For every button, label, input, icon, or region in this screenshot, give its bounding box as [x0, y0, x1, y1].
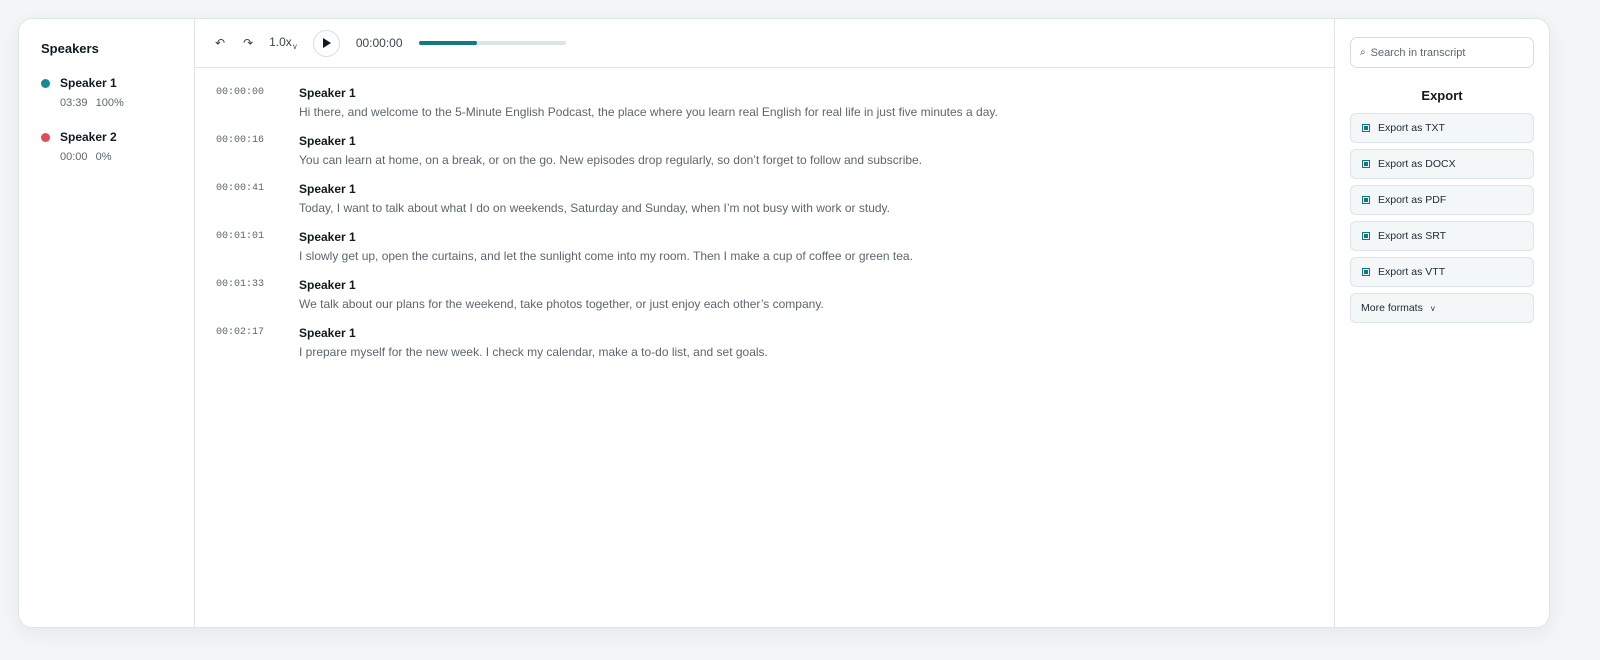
export-button-label: Export as VTT — [1378, 266, 1446, 278]
speaker-item-1[interactable]: Speaker 1 03:39 100% — [41, 74, 194, 109]
speaker-1-percent: 100% — [95, 97, 124, 109]
segment-text[interactable]: You can learn at home, on a break, or on… — [299, 152, 1334, 169]
undo-icon: ↶ — [215, 36, 226, 50]
segment-speaker: Speaker 1 — [299, 278, 356, 292]
file-icon — [1362, 160, 1370, 168]
export-button[interactable]: Export as TXT — [1350, 113, 1534, 143]
speaker-item-2[interactable]: Speaker 2 00:00 0% — [41, 128, 194, 163]
export-button[interactable]: Export as SRT — [1350, 221, 1534, 251]
redo-button[interactable]: ↷ — [243, 36, 253, 50]
file-icon — [1362, 232, 1370, 240]
segment-timestamp[interactable]: 00:01:01 — [195, 229, 299, 265]
search-icon: ⌕ — [1360, 47, 1366, 58]
player-toolbar: ↶ ↷ 1.0xv 00:00:00 — [195, 19, 1334, 68]
segment-timestamp[interactable]: 00:00:41 — [195, 181, 299, 217]
segment-body: Speaker 1 We talk about our plans for the… — [299, 277, 1334, 313]
current-time: 00:00:00 — [355, 36, 403, 50]
speaker-2-percent: 0% — [95, 151, 112, 163]
export-button-label: Export as SRT — [1378, 230, 1447, 242]
speaker-2-duration: 00:00 — [60, 151, 88, 163]
segment-body: Speaker 1 You can learn at home, on a bre… — [299, 133, 1334, 169]
side-panel: ⌕ Export Export as TXTExport as DOCXExpo… — [1334, 19, 1549, 627]
play-button[interactable] — [312, 29, 340, 57]
export-button[interactable]: Export as PDF — [1350, 185, 1534, 215]
speaker-1-name: Speaker 1 — [60, 76, 117, 90]
segment-text[interactable]: I prepare myself for the new week. I che… — [299, 344, 1334, 361]
more-formats-label: More formats — [1361, 302, 1423, 314]
file-icon — [1362, 268, 1370, 276]
speaker-1-color-dot — [41, 78, 50, 88]
segment-timestamp[interactable]: 00:01:33 — [195, 277, 299, 313]
segment-timestamp[interactable]: 00:02:17 — [195, 325, 299, 361]
speaker-2-name: Speaker 2 — [60, 130, 117, 144]
export-button-label: Export as DOCX — [1378, 158, 1456, 170]
file-icon — [1362, 196, 1370, 204]
transcript-segment[interactable]: 00:00:16 Speaker 1 You can learn at home, … — [195, 133, 1334, 169]
segment-speaker: Speaker 1 — [299, 134, 356, 148]
segment-text[interactable]: Hi there, and welcome to the 5-Minute En… — [299, 104, 1334, 121]
segment-speaker: Speaker 1 — [299, 86, 356, 100]
segment-timestamp[interactable]: 00:00:00 — [195, 85, 299, 121]
search-box[interactable]: ⌕ — [1350, 37, 1534, 68]
transcript-segment[interactable]: 00:01:01 Speaker 1 I slowly get up, open t… — [195, 229, 1334, 265]
segment-speaker: Speaker 1 — [299, 230, 356, 244]
export-button[interactable]: Export as VTT — [1350, 257, 1534, 287]
play-icon — [323, 38, 332, 48]
speaker-1-duration: 03:39 — [60, 97, 88, 109]
transcript-segment[interactable]: 00:01:33 Speaker 1 We talk about our plans… — [195, 277, 1334, 313]
playback-speed-select[interactable]: 1.0xv — [269, 35, 297, 51]
export-button-label: Export as PDF — [1378, 194, 1447, 206]
main-panel: ↶ ↷ 1.0xv 00:00:00 00:00:00 Speaker 1 Hi t… — [195, 19, 1334, 627]
more-formats-button[interactable]: More formats v — [1350, 293, 1534, 323]
segment-timestamp[interactable]: 00:00:16 — [195, 133, 299, 169]
redo-icon: ↷ — [243, 36, 254, 50]
transcript-segment[interactable]: 00:02:17 Speaker 1 I prepare myself for th… — [195, 325, 1334, 361]
playback-progress-bar[interactable] — [418, 41, 566, 45]
transcript-app: Speakers Speaker 1 03:39 100% Speaker 2 … — [18, 18, 1550, 628]
transcript-segment[interactable]: 00:00:41 Speaker 1 Today, I want to talk a… — [195, 181, 1334, 217]
export-list: Export as TXT Export as DOCX Export as PDF… — [1350, 113, 1534, 287]
segment-body: Speaker 1 I slowly get up, open the curta… — [299, 229, 1334, 265]
transcript-segment[interactable]: 00:00:00 Speaker 1 Hi there, and welcome t… — [195, 85, 1334, 121]
segment-body: Speaker 1 Today, I want to talk about wha… — [299, 181, 1334, 217]
transcript-list: 00:00:00 Speaker 1 Hi there, and welcome t… — [195, 68, 1334, 373]
undo-button[interactable]: ↶ — [215, 36, 225, 50]
segment-body: Speaker 1 Hi there, and welcome to the 5-… — [299, 85, 1334, 121]
search-input[interactable] — [1370, 46, 1521, 59]
segment-text[interactable]: Today, I want to talk about what I do on… — [299, 200, 1334, 217]
playback-speed-value: 1.0x — [269, 35, 292, 49]
playback-progress-fill — [418, 41, 478, 45]
segment-text[interactable]: I slowly get up, open the curtains, and … — [299, 248, 1334, 265]
speakers-panel: Speakers Speaker 1 03:39 100% Speaker 2 … — [19, 19, 195, 627]
export-title: Export — [1421, 88, 1463, 103]
chevron-down-icon: v — [1430, 303, 1435, 313]
file-icon — [1362, 124, 1370, 132]
export-button[interactable]: Export as DOCX — [1350, 149, 1534, 179]
segment-body: Speaker 1 I prepare myself for the new we… — [299, 325, 1334, 361]
segment-text[interactable]: We talk about our plans for the weekend,… — [299, 296, 1334, 313]
speaker-2-color-dot — [41, 132, 50, 142]
speakers-title: Speakers — [41, 41, 99, 56]
chevron-down-icon: v — [292, 42, 297, 51]
segment-speaker: Speaker 1 — [299, 182, 356, 196]
export-button-label: Export as TXT — [1378, 122, 1445, 134]
segment-speaker: Speaker 1 — [299, 326, 356, 340]
